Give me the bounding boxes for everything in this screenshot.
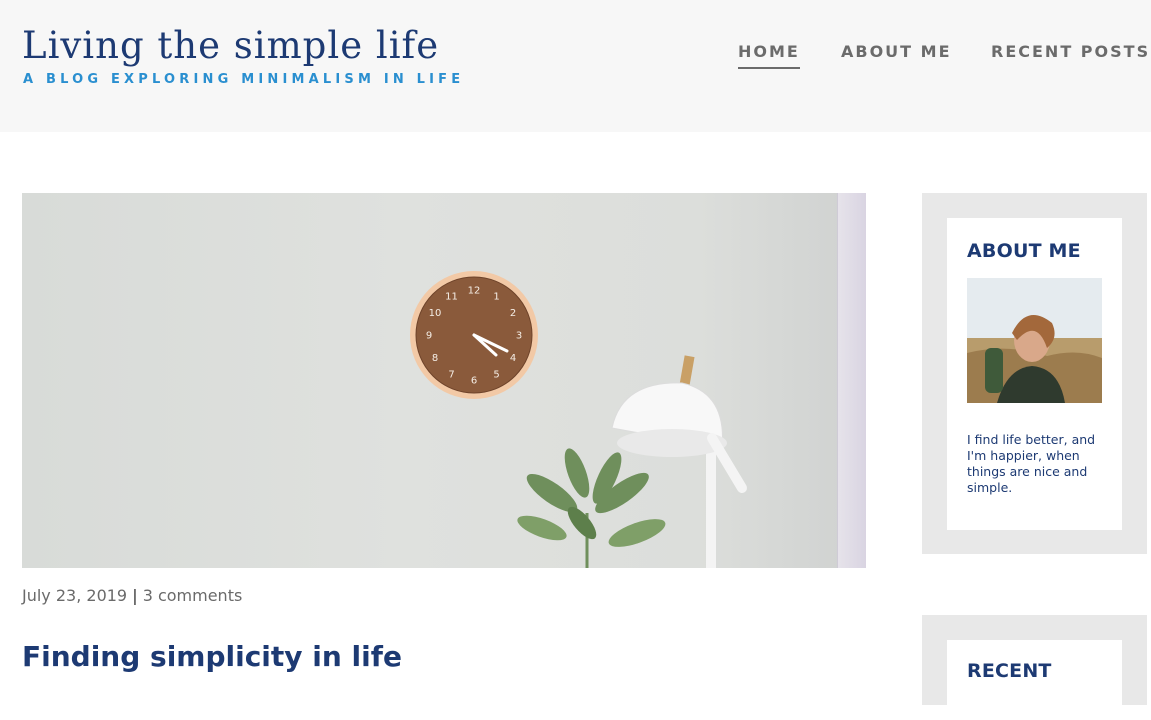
clock-numeral: 10 [429,308,442,319]
clock-numeral: 4 [510,353,516,364]
person-photo-icon [967,278,1102,403]
plant-icon [517,448,666,568]
about-me-card: ABOUT ME I find life better, and I'm hap… [947,218,1122,530]
post-meta: July 23, 2019 | 3 comments [22,586,242,605]
clock-numeral: 11 [445,292,458,303]
clock-numeral: 6 [471,376,477,387]
wall-clock-icon: 12 12 345 6 789 1011 [410,271,538,399]
doorframe-edge [837,193,866,568]
nav-item-about-me[interactable]: ABOUT ME [841,42,952,67]
about-me-widget: ABOUT ME I find life better, and I'm hap… [922,193,1147,554]
featured-image-illustration: 12 12 345 6 789 1011 [410,271,747,568]
clock-numeral: 12 [468,286,481,297]
clock-numeral: 3 [516,331,522,342]
post-title[interactable]: Finding simplicity in life [22,640,402,673]
clock-numeral: 2 [510,308,516,319]
clock-numeral: 5 [493,370,499,381]
clock-numeral: 8 [432,353,438,364]
site-header: Living the simple life A BLOG EXPLORING … [0,0,1151,132]
about-me-heading: ABOUT ME [967,240,1081,262]
recent-posts-widget: RECENT [922,615,1147,720]
post-comments-link[interactable]: 3 comments [143,586,243,605]
recent-posts-card: RECENT [947,640,1122,720]
clock-numeral: 1 [493,292,499,303]
nav-item-home[interactable]: HOME [738,42,800,69]
main-nav: HOME ABOUT ME RECENT POSTS [0,42,1151,82]
recent-posts-heading: RECENT [967,660,1052,682]
avatar [967,278,1102,403]
about-me-text: I find life better, and I'm happier, whe… [967,432,1096,495]
clock-numeral: 9 [426,331,432,342]
post-date: July 23, 2019 [22,586,128,605]
nav-item-recent-posts[interactable]: RECENT POSTS [991,42,1150,67]
post-featured-image[interactable]: 12 1 2 3 4 5 6 7 8 9 10 11 [22,193,866,568]
meta-separator: | [132,586,138,605]
clock-numeral: 7 [448,370,454,381]
